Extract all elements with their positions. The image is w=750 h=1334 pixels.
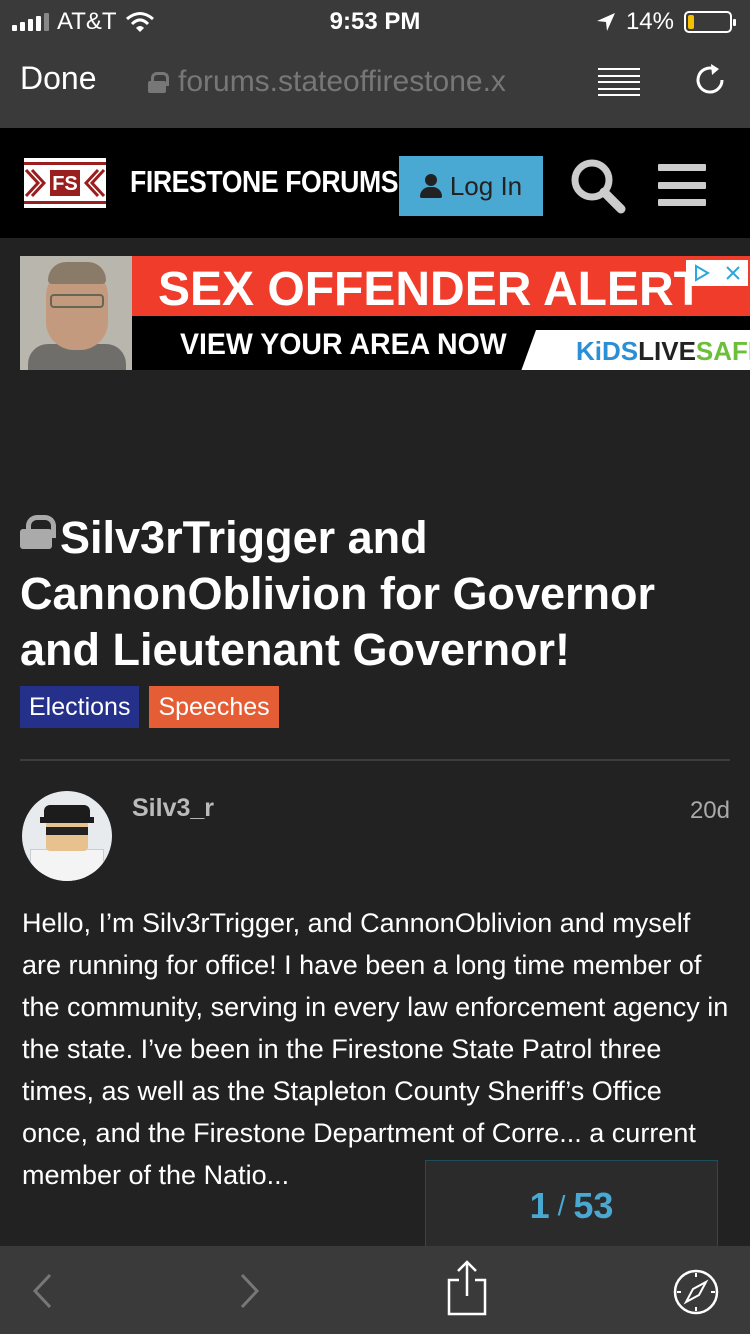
reload-icon[interactable]: [692, 62, 728, 98]
lock-icon: [20, 515, 56, 549]
login-button[interactable]: Log In: [399, 156, 543, 216]
adchoices-icon[interactable]: [693, 264, 711, 282]
browser-bottom-toolbar: [0, 1246, 750, 1334]
topic-title: Silv3rTrigger and CannonOblivion for Gov…: [20, 510, 720, 678]
back-icon[interactable]: [30, 1272, 56, 1310]
post-body: Hello, I’m Silv3rTrigger, and CannonObli…: [22, 908, 729, 1190]
topic-tags: Elections Speeches: [20, 686, 279, 728]
ad-photo: [20, 256, 132, 370]
status-right: 14%: [596, 8, 736, 36]
search-icon[interactable]: [568, 156, 626, 214]
url-text: forums.stateoffirestone.x: [178, 65, 506, 98]
lock-icon: [148, 72, 169, 93]
compass-icon[interactable]: [672, 1268, 720, 1316]
post-username[interactable]: Silv3_r: [132, 794, 214, 823]
user-icon: [419, 174, 442, 198]
location-arrow-icon: [596, 13, 615, 31]
topic-progress[interactable]: 1 / 53: [425, 1160, 718, 1252]
tag-elections[interactable]: Elections: [20, 686, 140, 728]
url-field[interactable]: forums.stateoffirestone.x: [148, 62, 578, 102]
ad-headline: SEX OFFENDER ALERT: [158, 263, 703, 316]
battery-level: [688, 15, 694, 29]
progress-current: 1: [529, 1185, 550, 1226]
site-title[interactable]: FIRESTONE FORUMS: [130, 164, 399, 200]
browser-toolbar: Done forums.stateoffirestone.x: [0, 40, 750, 128]
ad-controls: [686, 260, 748, 286]
progress-total: 53: [573, 1185, 614, 1226]
reader-mode-icon[interactable]: [598, 68, 640, 96]
logo-text: FS: [52, 173, 78, 195]
ad-brand: KiDSLIVESAFE: [576, 336, 750, 366]
menu-icon[interactable]: [658, 164, 706, 206]
topic-title-text[interactable]: Silv3rTrigger and CannonOblivion for Gov…: [20, 512, 655, 675]
progress-separator: /: [557, 1190, 566, 1221]
login-label: Log In: [449, 170, 523, 201]
ad-cta: VIEW YOUR AREA NOW: [180, 328, 507, 361]
post-age[interactable]: 20d: [690, 797, 730, 825]
forum-header: FS FIRESTONE FORUMS Log In: [0, 128, 750, 238]
battery-percent: 14%: [625, 8, 674, 35]
battery-icon: [684, 11, 736, 33]
share-icon[interactable]: [446, 1260, 488, 1316]
done-button[interactable]: Done: [20, 60, 97, 97]
close-icon[interactable]: [725, 265, 741, 281]
tag-speeches[interactable]: Speeches: [149, 686, 279, 728]
divider: [20, 759, 730, 761]
forward-icon[interactable]: [236, 1272, 262, 1310]
forum-logo[interactable]: FS: [24, 158, 106, 208]
ad-banner[interactable]: SEX OFFENDER ALERT VIEW YOUR AREA NOW Ki…: [20, 256, 750, 370]
avatar[interactable]: [22, 791, 112, 881]
status-bar: AT&T 9:53 PM 14%: [0, 0, 750, 40]
